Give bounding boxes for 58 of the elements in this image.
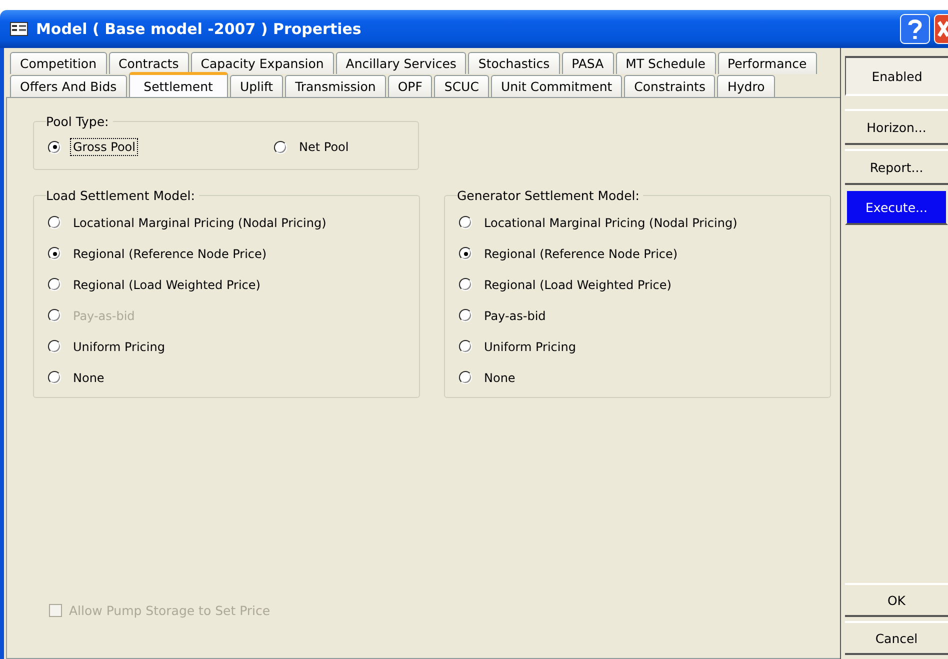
group-title: Load Settlement Model: <box>46 188 196 203</box>
tab[interactable]: Contracts <box>108 52 189 74</box>
radio-button[interactable] <box>48 247 61 260</box>
tab[interactable]: Uplift <box>230 75 284 97</box>
tab[interactable]: OPF <box>388 75 432 97</box>
tab[interactable]: MT Schedule <box>616 52 716 74</box>
group-title: Pool Type: <box>46 114 110 129</box>
radio-button[interactable] <box>459 247 472 260</box>
radio-label: Regional (Load Weighted Price) <box>72 276 262 292</box>
radio-label: Pay-as-bid <box>72 308 136 324</box>
help-icon[interactable] <box>900 14 930 44</box>
radio-button[interactable] <box>48 371 61 384</box>
radio-button[interactable] <box>48 340 61 353</box>
tab[interactable]: Settlement <box>128 72 228 97</box>
side-button[interactable]: Execute... <box>845 189 948 225</box>
radio-label: Uniform Pricing <box>72 338 166 354</box>
side-button[interactable]: Enabled <box>845 56 948 96</box>
radio-label: Uniform Pricing <box>483 338 577 354</box>
radio-label: Locational Marginal Pricing (Nodal Pricing) <box>483 214 738 230</box>
tab[interactable]: Hydro <box>717 75 775 97</box>
tab[interactable]: Ancillary Services <box>336 52 466 74</box>
radio-label: Gross Pool <box>71 139 138 155</box>
radio-button[interactable] <box>459 216 472 229</box>
radio-button[interactable] <box>274 140 287 154</box>
dialog-button[interactable]: Cancel <box>845 621 948 655</box>
window-icon <box>10 22 28 36</box>
radio-label: None <box>483 370 516 386</box>
tab[interactable]: Competition <box>10 52 106 74</box>
tab[interactable]: SCUC <box>434 75 489 97</box>
radio-button[interactable] <box>459 278 472 291</box>
radio-button[interactable] <box>48 216 61 229</box>
radio-label: Regional (Reference Node Price) <box>72 246 268 262</box>
radio-button[interactable] <box>459 371 472 384</box>
radio-label: Pay-as-bid <box>483 308 547 324</box>
radio-label: None <box>72 370 106 386</box>
tab[interactable]: Performance <box>718 52 817 74</box>
radio-label: Locational Marginal Pricing (Nodal Pricing) <box>72 214 328 230</box>
tab[interactable]: Constraints <box>624 75 716 97</box>
radio-label: Regional (Load Weighted Price) <box>483 276 672 292</box>
radio-button[interactable] <box>459 340 472 353</box>
tab[interactable]: PASA <box>562 52 614 74</box>
tab[interactable]: Offers And Bids <box>10 75 127 97</box>
side-button[interactable]: Report... <box>845 149 948 185</box>
dialog-button[interactable]: OK <box>845 583 948 617</box>
window-title: Model ( Base model -2007 ) Properties <box>36 20 362 38</box>
radio-button[interactable] <box>459 309 472 322</box>
tab[interactable]: Unit Commitment <box>490 75 622 97</box>
radio-label: Net Pool <box>298 139 350 155</box>
group-title: Generator Settlement Model: <box>457 188 640 203</box>
tab[interactable]: Stochastics <box>468 52 560 74</box>
tab[interactable]: Transmission <box>285 75 386 97</box>
close-icon[interactable] <box>934 14 948 44</box>
side-button[interactable]: Horizon... <box>845 109 948 145</box>
tab[interactable]: Capacity Expansion <box>190 52 334 74</box>
radio-label: Regional (Reference Node Price) <box>483 246 679 262</box>
checkbox-label: Allow Pump Storage to Set Price <box>69 603 270 618</box>
radio-button[interactable] <box>48 140 61 154</box>
radio-button[interactable] <box>48 278 61 291</box>
